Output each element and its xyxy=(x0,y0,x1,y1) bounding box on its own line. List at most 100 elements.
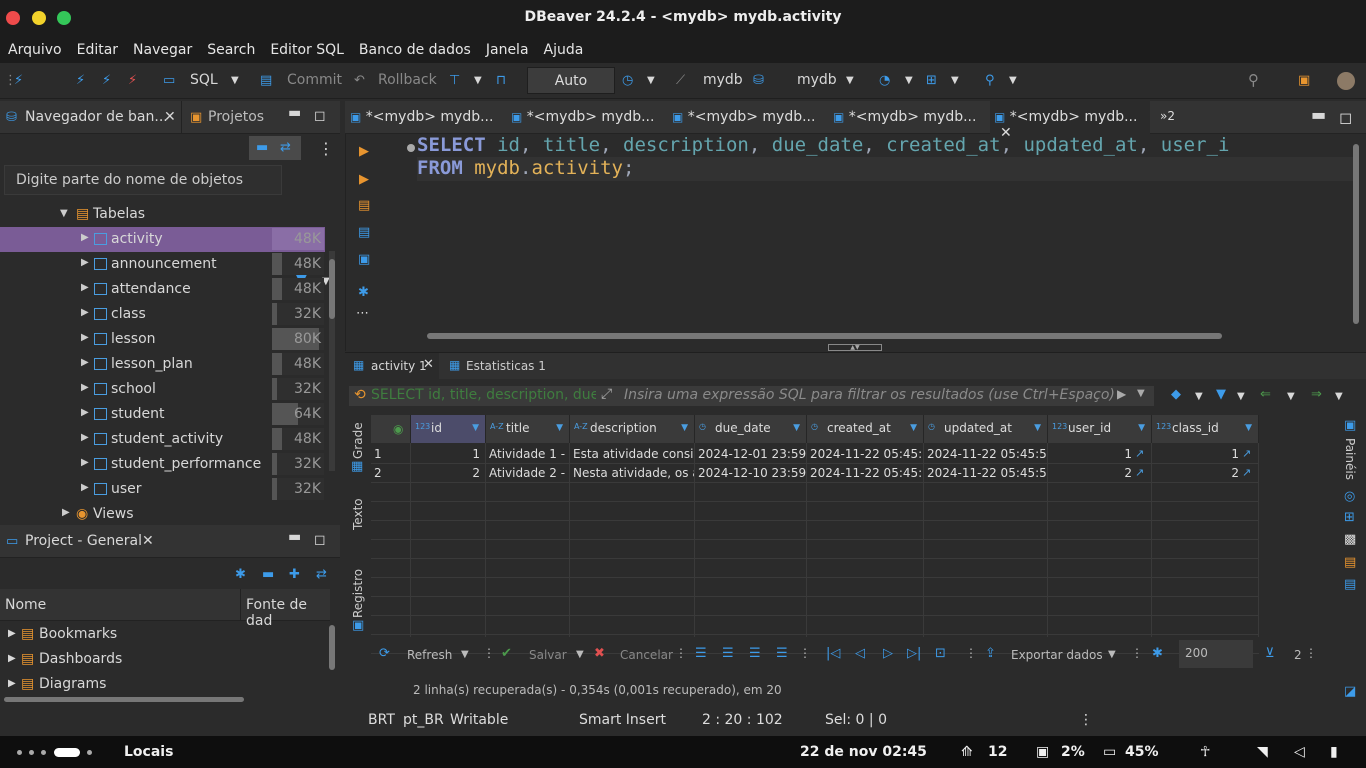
chevron-down-icon[interactable]: ▼ xyxy=(1237,390,1245,404)
sort-icon[interactable]: ▼ xyxy=(793,423,800,433)
row-number[interactable]: 2 xyxy=(371,464,411,483)
chevron-right-icon[interactable]: ▶ xyxy=(81,457,89,468)
tab-editor-1[interactable]: ▣ *<mydb> mydb... xyxy=(350,101,510,134)
tree-table-student-performance[interactable]: ▶ student_performance 32K xyxy=(0,452,325,477)
tab-text[interactable]: Texto xyxy=(351,485,365,530)
chevron-right-icon[interactable]: ▶ xyxy=(8,628,16,639)
transaction-icon[interactable]: ⊤ xyxy=(449,74,460,88)
table-cell-id[interactable]: 1 xyxy=(411,445,486,464)
datasource-selector[interactable]: mydb xyxy=(703,72,743,88)
sort-icon[interactable]: ▼ xyxy=(1138,423,1145,433)
accessibility-person-icon[interactable]: ☥ xyxy=(1200,744,1210,760)
column-header-updated-at[interactable]: ◷ updated_at ▼ xyxy=(924,415,1048,443)
chevron-down-icon[interactable]: ▼ xyxy=(474,74,482,88)
perspective-icon[interactable]: ▣ xyxy=(1298,74,1310,88)
chevron-down-icon[interactable]: ▼ xyxy=(905,74,913,88)
output-icon[interactable]: ▣ xyxy=(358,253,370,267)
fetch-size-input[interactable]: 200 xyxy=(1179,640,1253,668)
menu-janela[interactable]: Janela xyxy=(486,42,529,58)
navigator-scrollbar[interactable] xyxy=(329,251,335,471)
minimize-icon[interactable]: ▬ xyxy=(288,105,301,121)
tab-grid[interactable]: Grade xyxy=(351,419,365,459)
maximize-icon[interactable]: ◻ xyxy=(314,108,326,124)
grouping-icon[interactable]: ▩ xyxy=(1344,533,1356,547)
menu-navegar[interactable]: Navegar xyxy=(133,42,192,58)
close-icon[interactable]: ✕ xyxy=(164,109,176,125)
link-icon[interactable]: ↗ xyxy=(1242,466,1251,479)
execute-script-icon[interactable]: ▤ xyxy=(358,199,370,213)
connect-icon[interactable]: ⚡ xyxy=(76,74,85,88)
first-page-icon[interactable]: |◁ xyxy=(826,647,840,661)
menu-editor-sql[interactable]: Editor SQL xyxy=(270,42,344,58)
editor-hscrollbar[interactable] xyxy=(427,333,1222,339)
project-scrollbar[interactable] xyxy=(329,625,335,670)
link-icon[interactable]: ↗ xyxy=(1135,466,1144,479)
fetch-all-icon[interactable]: ⊡ xyxy=(935,647,946,661)
chevron-down-icon[interactable]: ▼ xyxy=(576,649,584,660)
chevron-right-icon[interactable]: ▶ xyxy=(81,407,89,418)
new-connection-icon[interactable]: ⚡ xyxy=(14,74,23,88)
settings-icon[interactable]: ✱ xyxy=(1152,647,1163,661)
menu-editar[interactable]: Editar xyxy=(77,42,118,58)
table-cell-updated-at[interactable]: 2024-11-22 05:45:52 xyxy=(924,445,1048,464)
avatar[interactable] xyxy=(1337,72,1355,90)
table-cell-created-at[interactable]: 2024-11-22 05:45:52 xyxy=(807,464,924,483)
menu-search[interactable]: Search xyxy=(207,42,255,58)
tree-folder-views[interactable]: ▶ ◉ Views xyxy=(0,502,325,527)
execute-statement-icon[interactable]: ▶ xyxy=(359,145,369,159)
row-count-icon[interactable]: ⊻ xyxy=(1265,647,1275,661)
chevron-right-icon[interactable]: ▶ xyxy=(8,678,16,689)
explain-plan-icon[interactable]: ▤ xyxy=(358,226,370,240)
invalidate-icon[interactable]: ⚡ xyxy=(102,74,111,88)
history-icon[interactable]: ◷ xyxy=(622,74,633,88)
expand-icon[interactable]: ✚ xyxy=(289,568,300,582)
refresh-button[interactable]: Refresh xyxy=(407,648,452,662)
chevron-down-icon[interactable]: ▼ xyxy=(60,208,68,219)
chevron-down-icon[interactable]: ▼ xyxy=(1009,74,1017,88)
tab-record[interactable]: Registro xyxy=(351,568,365,618)
column-header-description[interactable]: A-Z description ▼ xyxy=(570,415,695,443)
mute-icon[interactable]: ◁ xyxy=(1294,744,1305,760)
menu-arquivo[interactable]: Arquivo xyxy=(8,42,62,58)
export-icon[interactable]: ⇪ xyxy=(985,647,996,661)
chevron-right-icon[interactable]: ▶ xyxy=(62,507,70,518)
chevron-right-icon[interactable]: ▶ xyxy=(81,357,89,368)
tree-table-user[interactable]: ▶ user 32K xyxy=(0,477,325,502)
sql-text-area[interactable]: SELECT id, title, description, due_date,… xyxy=(407,134,1357,334)
rollback-button[interactable]: Rollback xyxy=(378,72,437,88)
tree-folder-tables[interactable]: ▼ ▤ Tabelas xyxy=(0,202,325,227)
edit-cell-icon[interactable]: ☰ xyxy=(695,647,707,661)
tree-table-school[interactable]: ▶ school 32K xyxy=(0,377,325,402)
menu-banco-de-dados[interactable]: Banco de dados xyxy=(359,42,471,58)
tree-table-student[interactable]: ▶ student 64K xyxy=(0,402,325,427)
search-objects-icon[interactable]: ⚲ xyxy=(985,74,995,88)
eraser-icon[interactable]: ◆ xyxy=(1171,388,1181,402)
filter-input[interactable]: Insira uma expressão SQL para filtrar os… xyxy=(624,387,1115,403)
link-editor-icon[interactable]: ⇄ xyxy=(280,141,291,155)
tree-table-lesson-plan[interactable]: ▶ lesson_plan 48K xyxy=(0,352,325,377)
table-cell-title[interactable]: Atividade 1 - In xyxy=(486,445,570,464)
schema-selector[interactable]: mydb xyxy=(797,72,837,88)
tab-projects[interactable]: Projetos xyxy=(208,109,264,125)
record-icon[interactable]: ▣ xyxy=(352,619,364,633)
app-menu-locais[interactable]: Locais xyxy=(124,744,173,760)
tab-editor-2[interactable]: ▣ *<mydb> mydb... xyxy=(511,101,671,134)
list-item[interactable]: ▶ ▤ Dashboards xyxy=(0,649,320,671)
chevron-right-icon[interactable]: ▶ xyxy=(81,232,89,243)
chevron-right-icon[interactable]: ▶ xyxy=(81,382,89,393)
chevron-down-icon[interactable]: ▼ xyxy=(1287,390,1295,404)
references-icon[interactable]: ⊞ xyxy=(1344,511,1355,525)
maximize-icon[interactable]: ◻ xyxy=(1339,108,1352,127)
tab-panels[interactable]: Painéis xyxy=(1343,438,1357,483)
row-number[interactable]: 1 xyxy=(371,445,411,464)
more-icon[interactable]: ⋯ xyxy=(356,307,369,321)
select-all-icon[interactable]: ◉ xyxy=(393,422,403,436)
sort-icon[interactable]: ▼ xyxy=(472,423,479,433)
copy-row-icon[interactable]: ☰ xyxy=(749,647,761,661)
tree-table-attendance[interactable]: ▶ attendance 48K xyxy=(0,277,325,302)
sql-editor-button[interactable]: SQL xyxy=(190,72,218,88)
cancel-button[interactable]: Cancelar xyxy=(620,648,673,662)
minimize-icon[interactable]: ▬ xyxy=(1311,105,1326,124)
tab-navigator[interactable]: Navegador de ban... xyxy=(25,109,168,125)
tab-results[interactable]: ▦ activity 1 ✕ xyxy=(345,353,439,379)
